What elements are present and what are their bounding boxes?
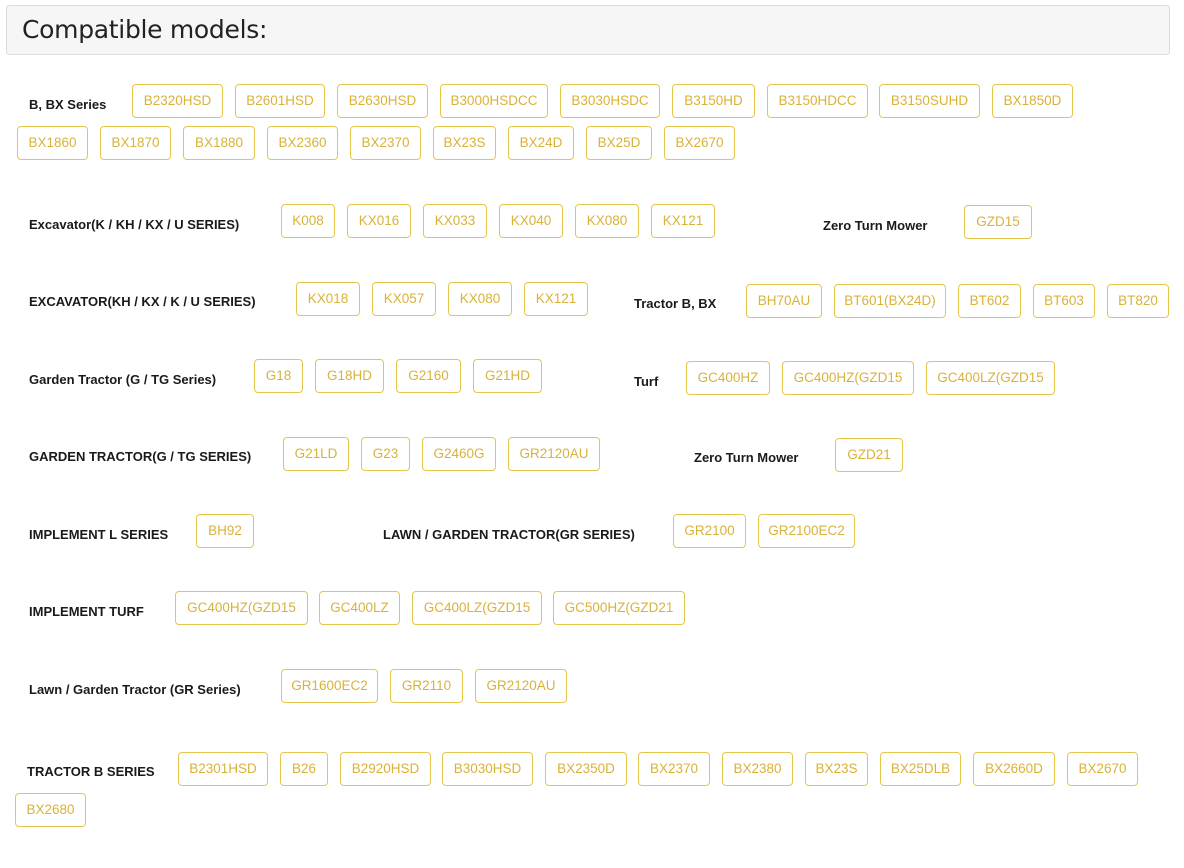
page-title: Compatible models: (22, 15, 268, 44)
model-tag[interactable]: BX25D (586, 126, 652, 160)
model-tag[interactable]: B3150SUHD (879, 84, 980, 118)
section-label: Turf (634, 374, 659, 389)
model-tag[interactable]: K008 (281, 204, 335, 238)
model-tag[interactable]: B2320HSD (132, 84, 223, 118)
model-tag[interactable]: KX080 (448, 282, 512, 316)
model-tag[interactable]: GR2120AU (475, 669, 567, 703)
model-tag[interactable]: BX23S (433, 126, 496, 160)
model-tag[interactable]: BH70AU (746, 284, 822, 318)
model-tag[interactable]: BT603 (1033, 284, 1095, 318)
model-tag[interactable]: BX2670 (664, 126, 735, 160)
model-tag[interactable]: KX040 (499, 204, 563, 238)
model-tag[interactable]: BX2380 (722, 752, 793, 786)
model-tag[interactable]: G21HD (473, 359, 542, 393)
model-tag[interactable]: GC500HZ(GZD21 (553, 591, 685, 625)
model-tag[interactable]: GR2100 (673, 514, 746, 548)
model-tag[interactable]: G2460G (422, 437, 496, 471)
section-label: Zero Turn Mower (694, 450, 799, 465)
model-tag[interactable]: GC400LZ(GZD15 (412, 591, 542, 625)
model-tag[interactable]: GZD21 (835, 438, 903, 472)
model-tag[interactable]: BX2680 (15, 793, 86, 827)
section-label: GARDEN TRACTOR(G / TG SERIES) (29, 449, 252, 464)
section-label: Garden Tractor (G / TG Series) (29, 372, 217, 387)
compatible-models-header: Compatible models: (6, 5, 1170, 55)
section-label: B, BX Series (29, 97, 107, 112)
model-tag[interactable]: GR2120AU (508, 437, 600, 471)
section-label: LAWN / GARDEN TRACTOR(GR SERIES) (383, 527, 635, 542)
section-label: Tractor B, BX (634, 296, 717, 311)
model-tag[interactable]: B2601HSD (235, 84, 325, 118)
model-tag[interactable]: KX080 (575, 204, 639, 238)
model-tag[interactable]: BT820 (1107, 284, 1169, 318)
model-tag[interactable]: BX2670 (1067, 752, 1138, 786)
model-tag[interactable]: BX1870 (100, 126, 171, 160)
model-tag[interactable]: BX23S (805, 752, 868, 786)
model-tag[interactable]: BX2370 (638, 752, 710, 786)
model-tag[interactable]: GR1600EC2 (281, 669, 378, 703)
model-tag[interactable]: KX018 (296, 282, 360, 316)
section-label: IMPLEMENT TURF (29, 604, 144, 619)
model-tag[interactable]: B3150HD (672, 84, 755, 118)
section-label: Lawn / Garden Tractor (GR Series) (29, 682, 241, 697)
model-tag[interactable]: BT602 (958, 284, 1021, 318)
model-tag[interactable]: GC400LZ (319, 591, 400, 625)
model-tag[interactable]: B2301HSD (178, 752, 268, 786)
section-label: Excavator(K / KH / KX / U SERIES) (29, 217, 240, 232)
model-tag[interactable]: KX121 (524, 282, 588, 316)
model-tag[interactable]: B2920HSD (340, 752, 431, 786)
model-tag[interactable]: BH92 (196, 514, 254, 548)
model-tag[interactable]: B3000HSDCC (440, 84, 548, 118)
model-tag[interactable]: G18HD (315, 359, 384, 393)
model-tag[interactable]: B2630HSD (337, 84, 428, 118)
model-tag[interactable]: GC400HZ(GZD15 (782, 361, 914, 395)
model-tag[interactable]: B3030HSD (442, 752, 533, 786)
model-tag[interactable]: G21LD (283, 437, 349, 471)
model-tag[interactable]: BT601(BX24D) (834, 284, 946, 318)
section-label: EXCAVATOR(KH / KX / K / U SERIES) (29, 294, 256, 309)
model-tag[interactable]: KX016 (347, 204, 411, 238)
model-tag[interactable]: BX1850D (992, 84, 1073, 118)
section-label: IMPLEMENT L SERIES (29, 527, 169, 542)
model-tag[interactable]: GC400HZ(GZD15 (175, 591, 308, 625)
model-tag[interactable]: GC400HZ (686, 361, 770, 395)
model-tag[interactable]: BX1860 (17, 126, 88, 160)
model-tag[interactable]: KX033 (423, 204, 487, 238)
model-tag[interactable]: G23 (361, 437, 410, 471)
model-tag[interactable]: BX2660D (973, 752, 1055, 786)
model-tag[interactable]: BX2350D (545, 752, 627, 786)
model-tag[interactable]: GC400LZ(GZD15 (926, 361, 1055, 395)
model-tag[interactable]: KX057 (372, 282, 436, 316)
model-tag[interactable]: KX121 (651, 204, 715, 238)
model-tag[interactable]: BX2370 (350, 126, 421, 160)
model-tag[interactable]: GR2100EC2 (758, 514, 855, 548)
model-tag[interactable]: BX2360 (267, 126, 338, 160)
model-tag[interactable]: BX24D (508, 126, 574, 160)
model-tag[interactable]: GZD15 (964, 205, 1032, 239)
section-label: TRACTOR B SERIES (27, 764, 155, 779)
model-tag[interactable]: BX25DLB (880, 752, 961, 786)
model-tag[interactable]: B3150HDCC (767, 84, 868, 118)
model-tag[interactable]: G18 (254, 359, 303, 393)
model-tag[interactable]: B26 (280, 752, 328, 786)
model-tag[interactable]: GR2110 (390, 669, 463, 703)
model-tag[interactable]: B3030HSDC (560, 84, 660, 118)
model-tag[interactable]: BX1880 (183, 126, 255, 160)
section-label: Zero Turn Mower (823, 218, 928, 233)
model-tag[interactable]: G2160 (396, 359, 461, 393)
